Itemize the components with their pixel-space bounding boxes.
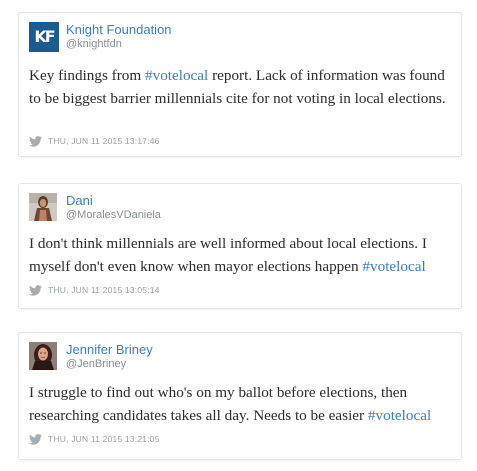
author-name[interactable]: Jennifer Briney xyxy=(66,342,153,357)
hashtag-link[interactable]: #votelocal xyxy=(145,67,208,84)
tweet-timestamp[interactable]: THU, JUN 11 2015 13:21:05 xyxy=(48,434,160,444)
hashtag-link[interactable]: #votelocal xyxy=(362,258,425,275)
avatar[interactable]: KF xyxy=(29,22,59,52)
tweet-feed: KF Knight Foundation @knightfdn Key find… xyxy=(0,0,477,471)
tweet-text: Key findings from #votelocal report. Lac… xyxy=(29,64,451,110)
author-name[interactable]: Dani xyxy=(66,193,93,208)
tweet-card: Jennifer Briney @JenBriney I struggle to… xyxy=(18,332,462,460)
author-handle[interactable]: @knightfdn xyxy=(66,38,122,50)
avatar-photo-icon xyxy=(29,342,57,370)
avatar-photo-icon xyxy=(29,193,57,221)
tweet-text-start: I struggle to find out who's on my ballo… xyxy=(29,384,408,424)
author-name[interactable]: Knight Foundation xyxy=(66,22,172,37)
tweet-text: I struggle to find out who's on my ballo… xyxy=(29,381,451,427)
tweet-timestamp[interactable]: THU, JUN 11 2015 13:05:14 xyxy=(48,285,160,295)
avatar[interactable] xyxy=(29,193,57,221)
author-handle[interactable]: @MoralesVDaniela xyxy=(66,209,161,221)
tweet-meta: THU, JUN 11 2015 13:17:46 xyxy=(29,134,160,148)
tweet-card: KF Knight Foundation @knightfdn Key find… xyxy=(18,12,462,157)
twitter-bird-icon xyxy=(29,135,42,147)
tweet-text: I don't think millennials are well infor… xyxy=(29,232,451,278)
tweet-timestamp[interactable]: THU, JUN 11 2015 13:17:46 xyxy=(48,136,160,146)
tweet-text-start: Key findings from xyxy=(29,67,145,84)
twitter-bird-icon xyxy=(29,284,42,296)
tweet-card: Dani @MoralesVDaniela I don't think mill… xyxy=(18,183,462,309)
author-handle[interactable]: @JenBriney xyxy=(66,358,126,370)
tweet-meta: THU, JUN 11 2015 13:05:14 xyxy=(29,283,160,297)
avatar[interactable] xyxy=(29,342,57,370)
twitter-bird-icon xyxy=(29,433,42,445)
tweet-meta: THU, JUN 11 2015 13:21:05 xyxy=(29,432,160,446)
hashtag-link[interactable]: #votelocal xyxy=(368,407,431,424)
